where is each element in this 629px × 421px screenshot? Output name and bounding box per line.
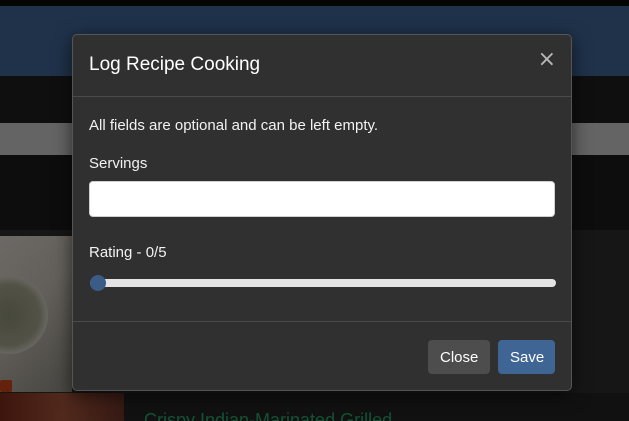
modal-header: Log Recipe Cooking × xyxy=(73,35,571,97)
save-button[interactable]: Save xyxy=(498,340,555,374)
servings-input[interactable] xyxy=(89,181,555,217)
modal-footer: Close Save xyxy=(73,321,571,390)
rating-slider[interactable] xyxy=(90,275,556,291)
modal-title: Log Recipe Cooking xyxy=(89,54,261,75)
close-button[interactable]: Close xyxy=(428,340,490,374)
servings-label: Servings xyxy=(89,155,148,172)
page: Crispy Indian-Marinated Grilled... Log R… xyxy=(0,0,629,421)
optional-fields-note: All fields are optional and can be left … xyxy=(89,117,379,134)
log-recipe-modal: Log Recipe Cooking × All fields are opti… xyxy=(72,34,572,391)
modal-body: All fields are optional and can be left … xyxy=(73,97,571,322)
close-icon[interactable]: × xyxy=(538,49,556,71)
rating-slider-thumb[interactable] xyxy=(90,275,106,291)
rating-label: Rating - 0/5 xyxy=(89,244,167,261)
